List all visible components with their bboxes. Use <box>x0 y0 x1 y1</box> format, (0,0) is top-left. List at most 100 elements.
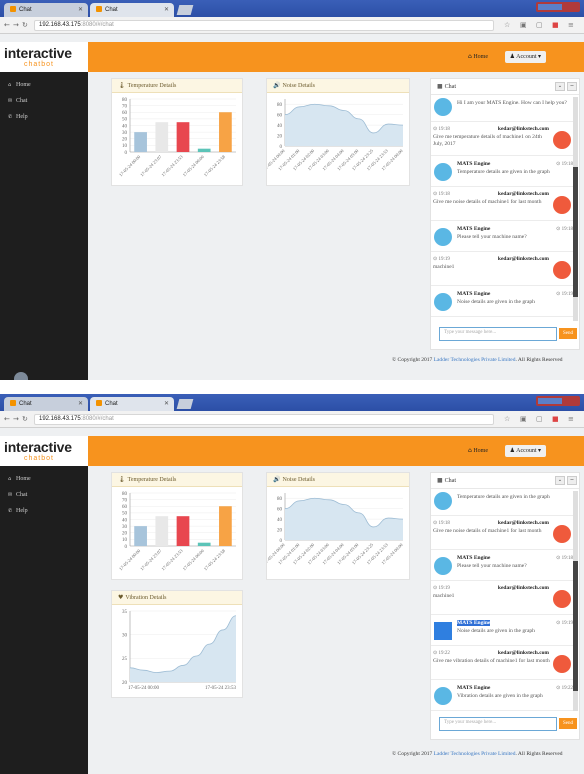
message-sender: kedar@linkstech.com <box>497 520 549 526</box>
nav-home-button[interactable]: ⌂ Home <box>468 53 488 60</box>
message-text: Give me noise details of machine1 for la… <box>433 199 542 205</box>
y-tick-label: 60 <box>122 505 128 510</box>
browser-tab-inactive[interactable]: Chat ✕ <box>4 3 88 17</box>
bot-avatar <box>434 293 452 311</box>
new-tab-button[interactable] <box>176 399 194 409</box>
extension-icon[interactable]: ▣ <box>520 21 527 29</box>
send-button[interactable]: Send <box>559 718 577 729</box>
sidebar-item-chat[interactable]: ✉ Chat <box>8 492 27 498</box>
nav-account-button[interactable]: ♟ Account ▾ <box>504 445 546 457</box>
sidebar-item-home[interactable]: ⌂ Home <box>8 82 31 88</box>
series-area <box>130 615 236 682</box>
home-icon: ⌂ <box>8 82 12 88</box>
message-text: Hi I am your MATS Engine. How can I help… <box>457 100 567 106</box>
message-time: ⊙ 19:19 <box>433 257 450 262</box>
home-icon: ⌂ <box>468 53 472 60</box>
bot-avatar <box>434 687 452 705</box>
chat-message-input[interactable]: Type your message here... <box>439 327 557 341</box>
logo[interactable]: interactive chatbot <box>0 42 88 72</box>
chat-icon: ✉ <box>8 98 13 104</box>
window-controls[interactable] <box>536 2 580 12</box>
minimize-icon[interactable]: − <box>567 476 577 485</box>
menu-icon[interactable]: ≡ <box>568 415 574 423</box>
message-time: ⊙ 19:18 <box>556 162 573 167</box>
chat-panel: ■ Chat ⌄ − Temperature details are given … <box>430 472 580 740</box>
bar <box>155 122 169 152</box>
company-link[interactable]: Ladder Technologies Private Limited <box>434 751 516 757</box>
noise-chart: 02040608017-05-24 00:0017-05-24 01:0017-… <box>267 99 404 171</box>
close-tab-icon[interactable]: ✕ <box>164 400 169 407</box>
nav-account-button[interactable]: ♟ Account ▾ <box>504 51 546 63</box>
y-tick-label: 35 <box>122 610 128 615</box>
close-tab-icon[interactable]: ✕ <box>78 400 83 407</box>
logo[interactable]: interactive chatbot <box>0 436 88 466</box>
chat-scroll-thumb[interactable] <box>573 561 578 691</box>
favicon-icon <box>10 6 16 12</box>
noise-panel: 🔊 Noise Details 0 20 40 60 80 17-05-24 00:00 17… <box>266 472 410 580</box>
y-tick-label: 50 <box>122 118 128 123</box>
send-button[interactable]: Send <box>559 328 577 339</box>
bar <box>155 516 169 546</box>
sidebar-item-home[interactable]: ⌂ Home <box>8 476 31 482</box>
minimize-icon[interactable]: − <box>567 82 577 91</box>
screenshot-top: Chat ✕ Chat ✕ ← → ↻ 192.168.43.175:8080/#/… <box>0 0 584 380</box>
url-field[interactable]: 192.168.43.175:8080/#/chat <box>34 20 494 31</box>
y-tick-label: 80 <box>122 98 128 103</box>
chat-scrollbar[interactable] <box>573 491 578 711</box>
star-icon[interactable]: ☆ <box>504 21 510 29</box>
browser-tab-inactive[interactable]: Chat ✕ <box>4 397 88 411</box>
back-icon[interactable]: ← <box>4 21 10 29</box>
extension-icon[interactable]: ■ <box>552 21 559 29</box>
sidebar-toggle[interactable] <box>14 372 28 380</box>
menu-icon[interactable]: ≡ <box>568 21 574 29</box>
message-time: ⊙ 19:18 <box>433 127 450 132</box>
window-controls[interactable] <box>536 396 580 406</box>
message-sender: MATS Engine <box>457 291 491 297</box>
y-tick-label: 80 <box>277 103 283 108</box>
chat-scroll-thumb[interactable] <box>573 167 578 297</box>
back-icon[interactable]: ← <box>4 415 10 423</box>
browser-tab-active[interactable]: Chat ✕ <box>90 3 174 17</box>
noise-panel-header: 🔊 Noise Details <box>267 79 409 93</box>
star-icon[interactable]: ☆ <box>504 415 510 423</box>
message-sender: MATS Engine <box>457 685 491 691</box>
nav-home-button[interactable]: ⌂ Home <box>468 447 488 454</box>
volume-icon: 🔊 <box>273 82 281 89</box>
company-link[interactable]: Ladder Technologies Private Limited <box>434 357 516 363</box>
reload-icon[interactable]: ↻ <box>22 21 28 29</box>
chat-message: Temperature details are given in the gra… <box>431 489 573 516</box>
extension-icon[interactable]: ▢ <box>536 21 543 29</box>
url-field[interactable]: 192.168.43.175:8080/#/chat <box>34 414 494 425</box>
close-tab-icon[interactable]: ✕ <box>78 6 83 13</box>
chat-message-input[interactable]: Type your message here... <box>439 717 557 731</box>
top-nav: ⌂ Home ♟ Account ▾ <box>88 436 584 466</box>
chat-message: ⊙ 19:19 kedar@linkstech.com machine1 <box>431 252 573 286</box>
sidebar-item-help[interactable]: ✆ Help <box>8 508 28 514</box>
temperature-panel-header: 🌡 Temperature Details <box>112 79 242 93</box>
caret-icon: ▾ <box>537 448 541 454</box>
chat-bubble-icon: ■ <box>437 477 443 484</box>
chevron-down-icon[interactable]: ⌄ <box>555 476 565 485</box>
extension-icon[interactable]: ■ <box>552 415 559 423</box>
user-avatar <box>553 131 571 149</box>
forward-icon[interactable]: → <box>13 415 19 423</box>
message-sender: kedar@linkstech.com <box>497 650 549 656</box>
extension-icon[interactable]: ▢ <box>536 415 543 423</box>
browser-tab-active[interactable]: Chat ✕ <box>90 397 174 411</box>
y-tick-label: 70 <box>122 498 128 503</box>
chat-scrollbar[interactable] <box>573 97 578 321</box>
y-tick-label: 20 <box>277 528 283 533</box>
message-text: machine1 <box>433 593 455 599</box>
chat-message: MATS Engine ⊙ 19:18 Please tell your machi… <box>431 550 573 581</box>
sidebar-item-help[interactable]: ✆ Help <box>8 114 28 120</box>
close-tab-icon[interactable]: ✕ <box>164 6 169 13</box>
y-tick-label: 0 <box>125 151 128 156</box>
reload-icon[interactable]: ↻ <box>22 415 28 423</box>
chevron-down-icon[interactable]: ⌄ <box>555 82 565 91</box>
extension-icon[interactable]: ▣ <box>520 415 527 423</box>
message-time: ⊙ 19:22 <box>556 686 573 691</box>
new-tab-button[interactable] <box>176 5 194 15</box>
forward-icon[interactable]: → <box>13 21 19 29</box>
y-tick-label: 50 <box>122 512 128 517</box>
sidebar-item-chat[interactable]: ✉ Chat <box>8 98 27 104</box>
